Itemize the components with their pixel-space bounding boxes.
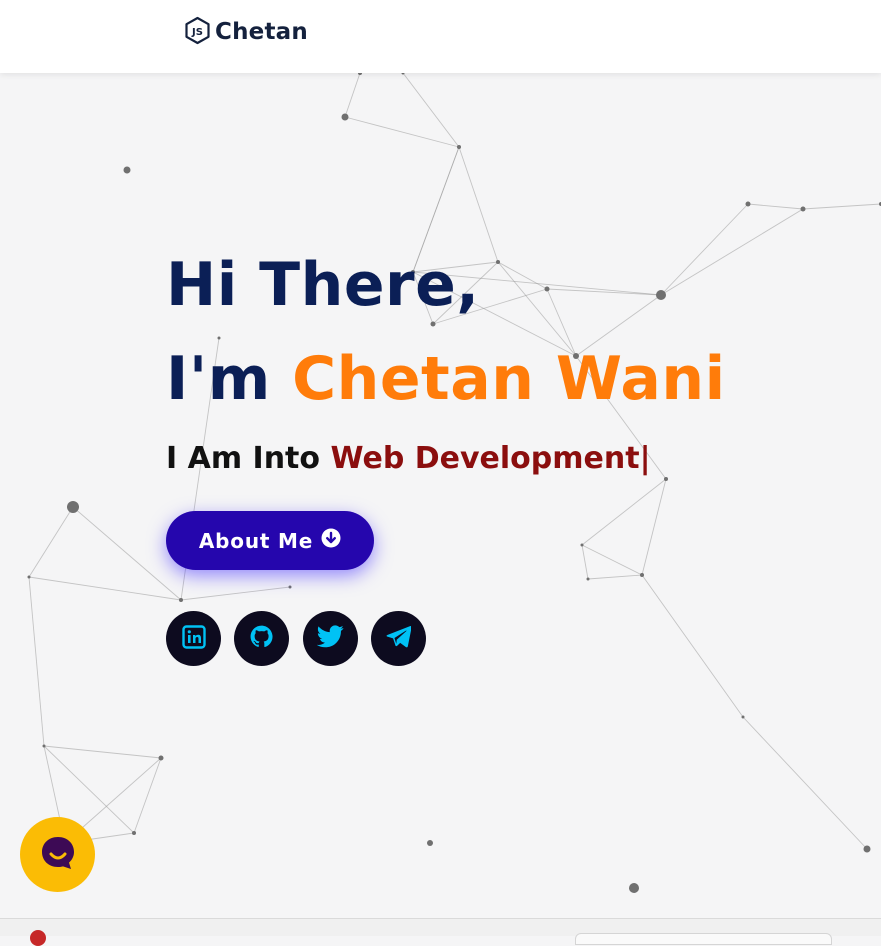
network-node [132,831,136,835]
github-icon [249,624,274,653]
brand-name: Chetan [215,19,308,45]
svg-text:JS: JS [191,27,203,38]
network-edge [742,716,868,850]
network-edge [43,745,162,759]
subtitle-prefix: I Am Into [166,441,331,476]
hero-intro: I'm Chetan Wani [166,349,726,409]
notification-dot [30,930,46,946]
network-edge [28,576,45,747]
network-node [358,73,362,75]
twitter-link[interactable] [303,611,358,666]
network-node [745,201,751,207]
about-me-button[interactable]: About Me [166,511,374,570]
twitter-icon [316,625,344,652]
network-edge [344,73,361,118]
typed-text: Web Development [330,441,640,476]
network-edge [747,203,804,210]
about-me-label: About Me [198,528,314,553]
linkedin-icon [181,624,206,653]
network-node [430,321,436,327]
network-edge [802,203,881,210]
network-edge [28,506,74,578]
network-edge [402,73,460,148]
intro-prefix: I'm [166,344,293,414]
network-node [800,206,806,212]
navbar: JS Chetan [0,0,881,73]
network-node [288,585,292,589]
network-node [629,883,639,893]
chat-bubble-icon [38,833,78,877]
hero-name: Chetan Wani [292,344,726,414]
network-node [457,145,461,149]
browser-bottom-bar [0,918,881,946]
network-edge [133,757,162,834]
network-node [179,598,183,602]
network-node [640,573,644,577]
network-edge [660,203,749,296]
network-node [158,755,164,761]
network-node [427,840,433,846]
particle-network-background [27,73,881,893]
network-edge [497,261,577,357]
network-node [42,744,46,748]
telegram-icon [386,625,412,652]
network-node [341,113,349,121]
network-node [586,577,590,581]
network-edge [581,544,589,580]
telegram-link[interactable] [371,611,426,666]
typing-cursor: | [639,441,651,476]
chat-widget-button[interactable] [20,817,95,892]
network-node [67,501,79,513]
network-edge [458,146,499,263]
network-edge [581,478,667,546]
hero-section: Hi There, I'm Chetan Wani I Am Into Web … [0,73,881,918]
network-edge [641,478,667,576]
network-node [741,715,745,719]
network-node [664,477,668,481]
network-node [217,336,221,340]
network-node [123,166,131,174]
network-node [580,543,584,547]
network-edge [180,586,291,601]
nodejs-logo-icon: JS [184,16,211,49]
network-node [496,260,500,264]
network-edge [641,574,744,718]
network-node [863,845,871,853]
network-node [544,286,550,292]
network-node [656,290,666,300]
linkedin-link[interactable] [166,611,221,666]
hero-greeting: Hi There, [166,250,480,320]
brand-link[interactable]: JS Chetan [184,16,308,48]
network-edge [581,544,643,576]
network-node [27,575,31,579]
network-edge [587,574,643,580]
network-edge [497,261,548,290]
network-edge [344,116,460,148]
github-link[interactable] [234,611,289,666]
arrow-down-circle-icon [321,528,341,553]
network-edge [660,208,804,296]
hero-subtitle: I Am Into Web Development| [166,444,651,474]
